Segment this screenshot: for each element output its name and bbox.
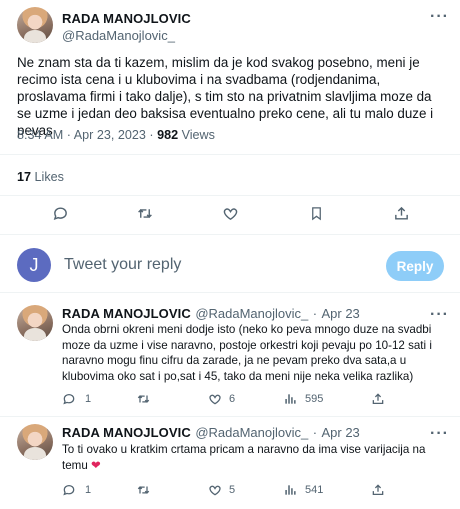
reply-author-name[interactable]: RADA MANOJLOVIC bbox=[62, 306, 191, 321]
bookmark-icon[interactable] bbox=[309, 205, 324, 222]
share-icon[interactable] bbox=[393, 205, 410, 222]
author-avatar[interactable] bbox=[17, 7, 53, 43]
reply-icon[interactable] bbox=[62, 483, 76, 497]
likes-stat[interactable]: 17 Likes bbox=[17, 170, 64, 184]
reply-avatar[interactable] bbox=[17, 424, 53, 460]
more-icon[interactable]: ··· bbox=[430, 9, 449, 25]
like-count: 6 bbox=[229, 393, 236, 405]
divider bbox=[0, 416, 460, 417]
reply-avatar[interactable] bbox=[17, 305, 53, 341]
divider bbox=[0, 195, 460, 196]
reply-author-handle[interactable]: @RadaManojlovic_ bbox=[195, 425, 308, 440]
reply-count: 1 bbox=[85, 484, 92, 496]
more-icon[interactable]: ··· bbox=[430, 426, 449, 442]
reply-author-handle[interactable]: @RadaManojlovic_ bbox=[195, 306, 308, 321]
tweet-meta: 8:34 AM · Apr 23, 2023 · 982 Views bbox=[17, 128, 215, 142]
header-separator: · bbox=[312, 425, 318, 440]
reply-date[interactable]: Apr 23 bbox=[321, 425, 359, 440]
reply-header: RADA MANOJLOVIC @RadaManojlovic_ · Apr 2… bbox=[62, 424, 360, 442]
reply-input[interactable]: Tweet your reply bbox=[64, 256, 181, 274]
views-icon[interactable] bbox=[283, 483, 297, 497]
reply-author-name[interactable]: RADA MANOJLOVIC bbox=[62, 425, 191, 440]
reply-count: 1 bbox=[85, 393, 92, 405]
heart-emoji: ❤ bbox=[91, 457, 101, 472]
share-icon[interactable] bbox=[371, 392, 385, 406]
user-avatar[interactable]: J bbox=[17, 248, 51, 282]
author-name[interactable]: RADA MANOJLOVIC bbox=[62, 11, 191, 26]
divider bbox=[0, 154, 460, 155]
views-count: 541 bbox=[305, 484, 324, 496]
share-icon[interactable] bbox=[371, 483, 385, 497]
reply-icon[interactable] bbox=[52, 205, 69, 222]
divider bbox=[0, 234, 460, 235]
retweet-icon[interactable] bbox=[136, 392, 151, 406]
like-icon[interactable] bbox=[208, 392, 222, 406]
meta-separator: · bbox=[149, 128, 154, 142]
likes-label: Likes bbox=[34, 170, 64, 184]
tweet-date[interactable]: Apr 23, 2023 bbox=[74, 128, 146, 142]
reply-icon[interactable] bbox=[62, 392, 76, 406]
views-icon[interactable] bbox=[283, 392, 297, 406]
reply-button[interactable]: Reply bbox=[386, 251, 444, 281]
like-icon[interactable] bbox=[222, 205, 239, 222]
views-label: Views bbox=[181, 128, 215, 142]
retweet-icon[interactable] bbox=[136, 205, 154, 222]
more-icon[interactable]: ··· bbox=[430, 307, 449, 323]
header-separator: · bbox=[312, 306, 318, 321]
divider bbox=[0, 292, 460, 293]
like-icon[interactable] bbox=[208, 483, 222, 497]
retweet-icon[interactable] bbox=[136, 483, 151, 497]
reply-date[interactable]: Apr 23 bbox=[321, 306, 359, 321]
reply-text: To ti ovako u kratkim crtama pricam a na… bbox=[62, 442, 450, 473]
tweet-text: Ne znam sta da ti kazem, mislim da je ko… bbox=[17, 55, 434, 138]
like-count: 5 bbox=[229, 484, 236, 496]
reply-text-content: To ti ovako u kratkim crtama pricam a na… bbox=[62, 443, 426, 472]
views-count: 982 bbox=[157, 128, 179, 142]
meta-separator: · bbox=[66, 128, 71, 142]
author-handle[interactable]: @RadaManojlovic_ bbox=[62, 28, 175, 43]
tweet-time[interactable]: 8:34 AM bbox=[17, 128, 63, 142]
likes-count: 17 bbox=[17, 170, 32, 184]
views-count: 595 bbox=[305, 393, 324, 405]
reply-text: Onda obrni okreni meni dodje isto (neko … bbox=[62, 323, 432, 383]
reply-header: RADA MANOJLOVIC @RadaManojlovic_ · Apr 2… bbox=[62, 305, 360, 323]
